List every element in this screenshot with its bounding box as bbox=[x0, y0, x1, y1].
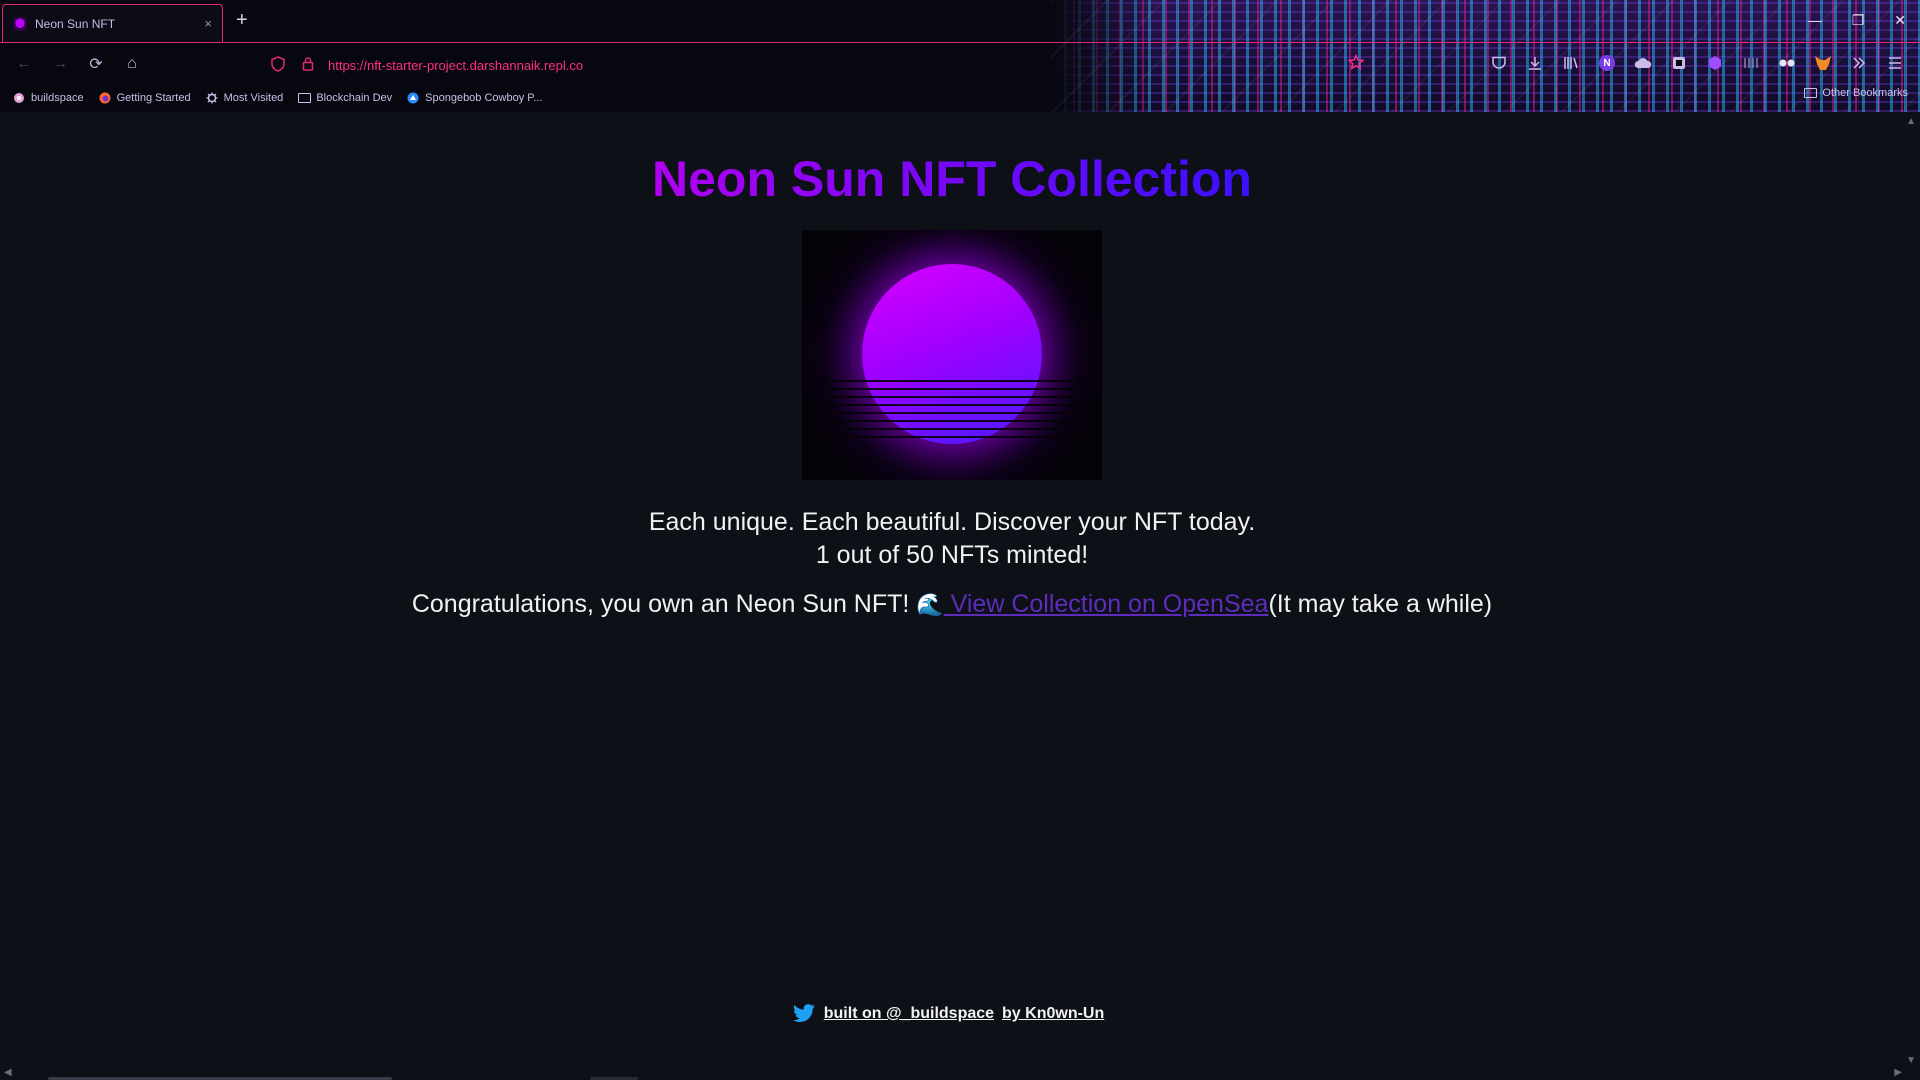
tagline-block: Each unique. Each beautiful. Discover yo… bbox=[0, 506, 1904, 572]
window-controls: — ❐ ✕ bbox=[1808, 12, 1906, 29]
notion-chip: N bbox=[1599, 55, 1615, 71]
bookmark-label: Getting Started bbox=[116, 92, 191, 104]
forward-icon[interactable]: → bbox=[42, 50, 78, 78]
bookmark-blockchain-dev[interactable]: Blockchain Dev bbox=[297, 92, 392, 104]
scroll-right-icon[interactable]: ▶ bbox=[1894, 1067, 1902, 1078]
url-text[interactable]: https://nft-starter-project.darshannaik.… bbox=[328, 58, 583, 73]
minted-count: 1 out of 50 NFTs minted! bbox=[815, 541, 1089, 569]
bookmarks-toolbar: buildspace Getting Started Most Visited … bbox=[0, 87, 1920, 109]
author-link[interactable]: by Kn0wn-Un bbox=[1002, 1005, 1104, 1023]
other-bookmarks[interactable]: Other Bookmarks bbox=[1803, 87, 1908, 99]
bookmark-spongebob[interactable]: Spongebob Cowboy P... bbox=[406, 92, 542, 104]
metamask-icon[interactable] bbox=[1810, 50, 1836, 76]
footer: built on @_buildspace by Kn0wn-Un bbox=[0, 1004, 1904, 1024]
bookmark-star-icon[interactable] bbox=[1347, 53, 1365, 75]
site-icon bbox=[406, 92, 420, 104]
tab-title: Neon Sun NFT bbox=[35, 16, 116, 31]
sun-stripes bbox=[820, 380, 1084, 440]
opensea-link-text: View Collection on OpenSea bbox=[943, 590, 1269, 618]
close-window-icon[interactable]: ✕ bbox=[1894, 12, 1906, 29]
twitter-icon bbox=[792, 1004, 816, 1024]
page-title: Neon Sun NFT Collection bbox=[0, 150, 1904, 208]
notion-icon[interactable]: N bbox=[1594, 50, 1620, 76]
home-icon[interactable]: ⌂ bbox=[114, 50, 150, 78]
gear-icon bbox=[205, 92, 219, 104]
bookmark-label: Most Visited bbox=[223, 92, 284, 104]
bookmark-label: Spongebob Cowboy P... bbox=[425, 92, 543, 104]
reload-icon[interactable]: ⟳ bbox=[78, 50, 114, 78]
tab-strip-divider bbox=[0, 42, 1920, 43]
cloud-icon[interactable] bbox=[1630, 50, 1656, 76]
folder-icon bbox=[297, 92, 311, 104]
congrats-text: Congratulations, you own an Neon Sun NFT… bbox=[411, 590, 917, 618]
ownership-message: Congratulations, you own an Neon Sun NFT… bbox=[0, 590, 1904, 619]
navigation-toolbar: ← → ⟳ ⌂ https://nft-starter-project.dars… bbox=[0, 44, 1920, 84]
shield-icon[interactable] bbox=[268, 55, 288, 75]
pocket-icon[interactable] bbox=[1486, 50, 1512, 76]
extension-icon[interactable] bbox=[1666, 50, 1692, 76]
page-title-text: Neon Sun NFT Collection bbox=[652, 151, 1252, 207]
tab-favicon-icon bbox=[13, 16, 27, 31]
mask-icon[interactable] bbox=[1774, 50, 1800, 76]
folder-icon bbox=[1803, 87, 1817, 99]
hex-icon[interactable] bbox=[1702, 50, 1728, 76]
browser-chrome: Neon Sun NFT × + — ❐ ✕ ← → ⟳ ⌂ https://n… bbox=[0, 0, 1920, 112]
bookmark-most-visited[interactable]: Most Visited bbox=[205, 92, 284, 104]
buildspace-link[interactable]: built on @_buildspace bbox=[824, 1005, 994, 1023]
restore-icon[interactable]: ❐ bbox=[1852, 12, 1865, 29]
scroll-left-icon[interactable]: ◀ bbox=[4, 1067, 12, 1078]
buildspace-icon bbox=[12, 92, 26, 104]
download-icon[interactable] bbox=[1522, 50, 1548, 76]
new-tab-button[interactable]: + bbox=[236, 10, 248, 30]
delay-note: (It may take a while) bbox=[1268, 590, 1493, 618]
tagline-text: Each unique. Each beautiful. Discover yo… bbox=[648, 508, 1256, 536]
menu-icon[interactable] bbox=[1882, 50, 1908, 76]
bookmark-buildspace[interactable]: buildspace bbox=[12, 92, 84, 104]
url-bar[interactable]: https://nft-starter-project.darshannaik.… bbox=[268, 50, 1365, 80]
bookmark-label: buildspace bbox=[31, 92, 84, 104]
scroll-up-icon[interactable]: ▲ bbox=[1906, 116, 1916, 127]
tab-neon-sun-nft[interactable]: Neon Sun NFT × bbox=[2, 4, 223, 42]
bars-icon[interactable] bbox=[1738, 50, 1764, 76]
library-icon[interactable] bbox=[1558, 50, 1584, 76]
other-bookmarks-label: Other Bookmarks bbox=[1822, 87, 1908, 99]
nav-buttons: ← → ⟳ ⌂ bbox=[6, 50, 150, 78]
scroll-down-icon[interactable]: ▼ bbox=[1906, 1055, 1916, 1066]
tab-close-icon[interactable]: × bbox=[204, 16, 212, 31]
lock-icon[interactable] bbox=[298, 56, 318, 74]
bookmark-getting-started[interactable]: Getting Started bbox=[98, 92, 191, 104]
firefox-icon bbox=[98, 92, 112, 104]
extensions-toolbar: N bbox=[1486, 50, 1920, 76]
opensea-link[interactable]: 🌊 View Collection on OpenSea bbox=[916, 590, 1268, 618]
overflow-icon[interactable] bbox=[1846, 50, 1872, 76]
bookmark-label: Blockchain Dev bbox=[316, 92, 393, 104]
neon-sun-nft-image bbox=[802, 230, 1102, 480]
minimize-icon[interactable]: — bbox=[1808, 12, 1822, 29]
back-icon[interactable]: ← bbox=[6, 50, 42, 78]
wave-icon: 🌊 bbox=[916, 592, 944, 617]
page-content: Neon Sun NFT Collection Each unique. Eac… bbox=[0, 112, 1920, 1080]
